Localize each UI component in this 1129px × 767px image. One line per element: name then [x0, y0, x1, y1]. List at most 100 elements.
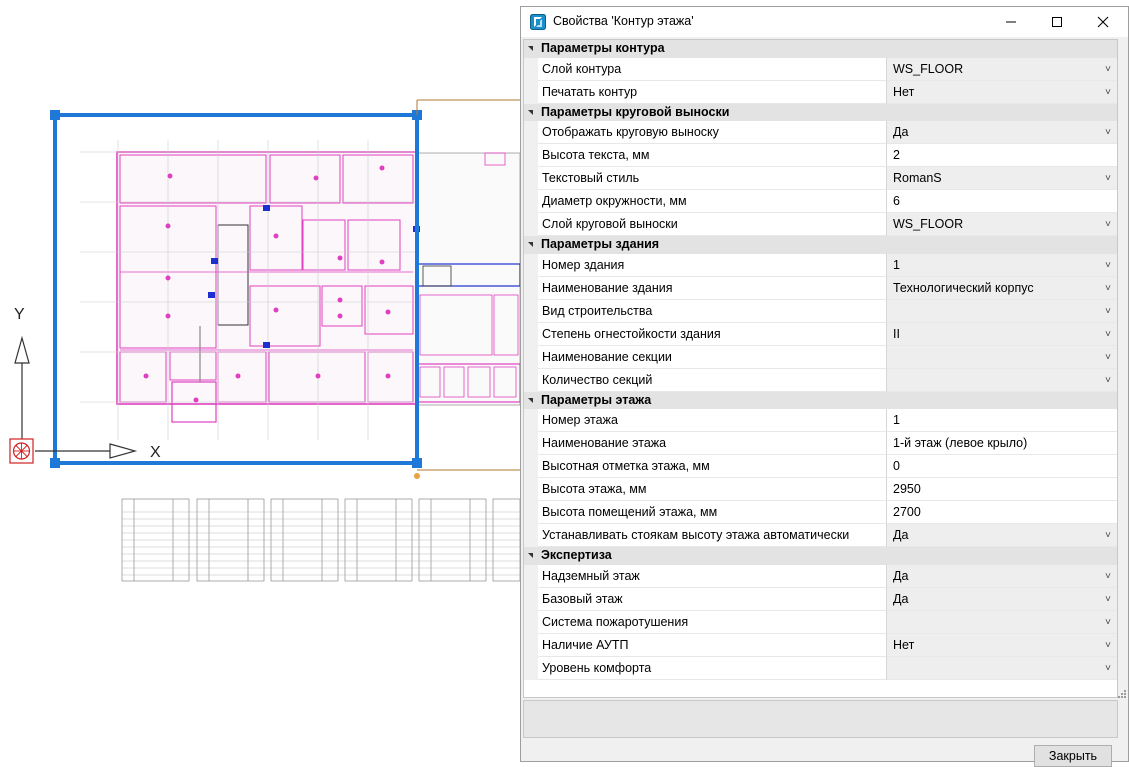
chevron-down-icon[interactable]: ˅	[1105, 634, 1111, 657]
property-name: Номер здания	[524, 253, 886, 277]
chevron-down-icon[interactable]: ˅	[1105, 81, 1111, 104]
chevron-down-icon[interactable]: ˅	[1105, 657, 1111, 680]
property-value-dropdown[interactable]: Да ˅	[886, 587, 1117, 611]
property-name: Степень огнестойкости здания	[524, 322, 886, 346]
category-title: Параметры этажа	[541, 392, 652, 407]
property-name: Базовый этаж	[524, 587, 886, 611]
chevron-down-icon[interactable]: ˅	[1105, 167, 1111, 190]
property-value-input[interactable]: 2	[886, 144, 1117, 167]
property-row[interactable]: Диаметр окружности, мм 6	[524, 190, 1117, 213]
property-row[interactable]: Надземный этаж Да ˅	[524, 564, 1117, 588]
property-name: Текстовый стиль	[524, 167, 886, 190]
chevron-down-icon[interactable]: ˅	[1105, 58, 1111, 81]
property-value-input[interactable]: 2950	[886, 478, 1117, 501]
property-value-dropdown[interactable]: ˅	[886, 299, 1117, 323]
collapse-arrow-icon[interactable]	[528, 553, 533, 558]
property-value-dropdown[interactable]: WS_FLOOR ˅	[886, 57, 1117, 81]
property-value-input[interactable]: 1	[886, 409, 1117, 432]
chevron-down-icon[interactable]: ˅	[1105, 300, 1111, 323]
property-value-dropdown[interactable]: RomanS ˅	[886, 167, 1117, 190]
property-row[interactable]: Вид строительства ˅	[524, 299, 1117, 323]
property-row[interactable]: Отображать круговую выноску Да ˅	[524, 121, 1117, 144]
chevron-down-icon[interactable]: ˅	[1105, 369, 1111, 392]
minimize-button[interactable]	[988, 7, 1034, 37]
chevron-down-icon[interactable]: ˅	[1105, 254, 1111, 277]
property-row[interactable]: Наименование этажа 1-й этаж (левое крыло)	[524, 432, 1117, 455]
property-value-dropdown[interactable]: ˅	[886, 610, 1117, 634]
property-value-input[interactable]: 6	[886, 190, 1117, 213]
property-row[interactable]: Высотная отметка этажа, мм 0	[524, 455, 1117, 478]
property-row[interactable]: Номер здания 1 ˅	[524, 253, 1117, 277]
property-row[interactable]: Высота текста, мм 2	[524, 144, 1117, 167]
category-header[interactable]: Параметры этажа	[524, 391, 1117, 409]
property-row[interactable]: Система пожаротушения ˅	[524, 610, 1117, 634]
property-row[interactable]: Устанавливать стоякам высоту этажа автом…	[524, 524, 1117, 547]
chevron-down-icon[interactable]: ˅	[1105, 346, 1111, 369]
property-value-input[interactable]: 1-й этаж (левое крыло)	[886, 432, 1117, 455]
property-value-dropdown[interactable]: II ˅	[886, 322, 1117, 346]
category-header[interactable]: Параметры здания	[524, 236, 1117, 254]
property-value-dropdown[interactable]: Нет ˅	[886, 80, 1117, 104]
chevron-down-icon[interactable]: ˅	[1105, 611, 1111, 634]
property-row[interactable]: Базовый этаж Да ˅	[524, 587, 1117, 611]
property-value-dropdown[interactable]: Да ˅	[886, 524, 1117, 547]
property-row[interactable]: Слой контура WS_FLOOR ˅	[524, 57, 1117, 81]
property-value-text: 6	[893, 194, 900, 208]
property-name: Уровень комфорта	[524, 656, 886, 680]
property-row[interactable]: Наличие АУТП Нет ˅	[524, 633, 1117, 657]
property-value-dropdown[interactable]: Нет ˅	[886, 633, 1117, 657]
chevron-down-icon[interactable]: ˅	[1105, 213, 1111, 236]
property-value-dropdown[interactable]: ˅	[886, 656, 1117, 680]
property-value-dropdown[interactable]: Технологический корпус ˅	[886, 276, 1117, 300]
property-row[interactable]: Наименование секции ˅	[524, 345, 1117, 369]
property-row[interactable]: Номер этажа 1	[524, 409, 1117, 432]
property-row[interactable]: Печатать контур Нет ˅	[524, 80, 1117, 104]
property-row[interactable]: Текстовый стиль RomanS ˅	[524, 167, 1117, 190]
maximize-button[interactable]	[1034, 7, 1080, 37]
property-value-dropdown[interactable]: 1 ˅	[886, 253, 1117, 277]
chevron-down-icon[interactable]: ˅	[1105, 323, 1111, 346]
chevron-down-icon[interactable]: ˅	[1105, 121, 1111, 144]
close-button[interactable]: Закрыть	[1034, 745, 1112, 767]
property-value-dropdown[interactable]: ˅	[886, 345, 1117, 369]
property-row[interactable]: Наименование здания Технологический корпу…	[524, 276, 1117, 300]
property-row[interactable]: Количество секций ˅	[524, 368, 1117, 392]
property-row[interactable]: Степень огнестойкости здания II ˅	[524, 322, 1117, 346]
property-value-dropdown[interactable]: ˅	[886, 368, 1117, 392]
chevron-down-icon[interactable]: ˅	[1105, 524, 1111, 547]
property-value-text: 1	[893, 413, 900, 427]
property-value-dropdown[interactable]: WS_FLOOR ˅	[886, 213, 1117, 236]
property-row[interactable]: Высота помещений этажа, мм 2700	[524, 501, 1117, 524]
category-header[interactable]: Параметры контура	[524, 40, 1117, 58]
property-value-dropdown[interactable]: Да ˅	[886, 121, 1117, 144]
property-row[interactable]: Слой круговой выноски WS_FLOOR ˅	[524, 213, 1117, 236]
property-name: Высота помещений этажа, мм	[524, 501, 886, 524]
property-value-input[interactable]: 0	[886, 455, 1117, 478]
category-title: Экспертиза	[541, 548, 612, 562]
category-header[interactable]: Экспертиза	[524, 547, 1117, 565]
collapse-arrow-icon[interactable]	[528, 397, 533, 403]
dialog-titlebar[interactable]: Свойства 'Контур этажа'	[521, 7, 1128, 37]
property-value-dropdown[interactable]: Да ˅	[886, 564, 1117, 588]
floor-plan-right-wing	[415, 152, 521, 406]
app-icon	[530, 14, 546, 30]
collapse-arrow-icon[interactable]	[528, 109, 533, 115]
property-value-text: 1-й этаж (левое крыло)	[893, 436, 1028, 450]
property-row[interactable]: Уровень комфорта ˅	[524, 656, 1117, 680]
chevron-down-icon[interactable]: ˅	[1105, 588, 1111, 611]
resize-grip-icon[interactable]	[1118, 687, 1126, 698]
property-value-text: Да	[893, 125, 909, 139]
close-icon	[1097, 16, 1109, 28]
property-value-input[interactable]: 2700	[886, 501, 1117, 524]
property-row[interactable]: Высота этажа, мм 2950	[524, 478, 1117, 501]
category-header[interactable]: Параметры круговой выноски	[524, 103, 1117, 121]
property-name: Слой круговой выноски	[524, 213, 886, 236]
chevron-down-icon[interactable]: ˅	[1105, 277, 1111, 300]
property-grid[interactable]: Параметры контура Слой контура WS_FLOOR ˅ Пе…	[523, 39, 1118, 698]
collapse-arrow-icon[interactable]	[528, 242, 533, 247]
category-title: Параметры контура	[541, 41, 665, 55]
collapse-arrow-icon[interactable]	[528, 46, 533, 51]
property-value-text: RomanS	[893, 171, 942, 185]
chevron-down-icon[interactable]: ˅	[1105, 565, 1111, 588]
close-window-button[interactable]	[1080, 7, 1126, 37]
